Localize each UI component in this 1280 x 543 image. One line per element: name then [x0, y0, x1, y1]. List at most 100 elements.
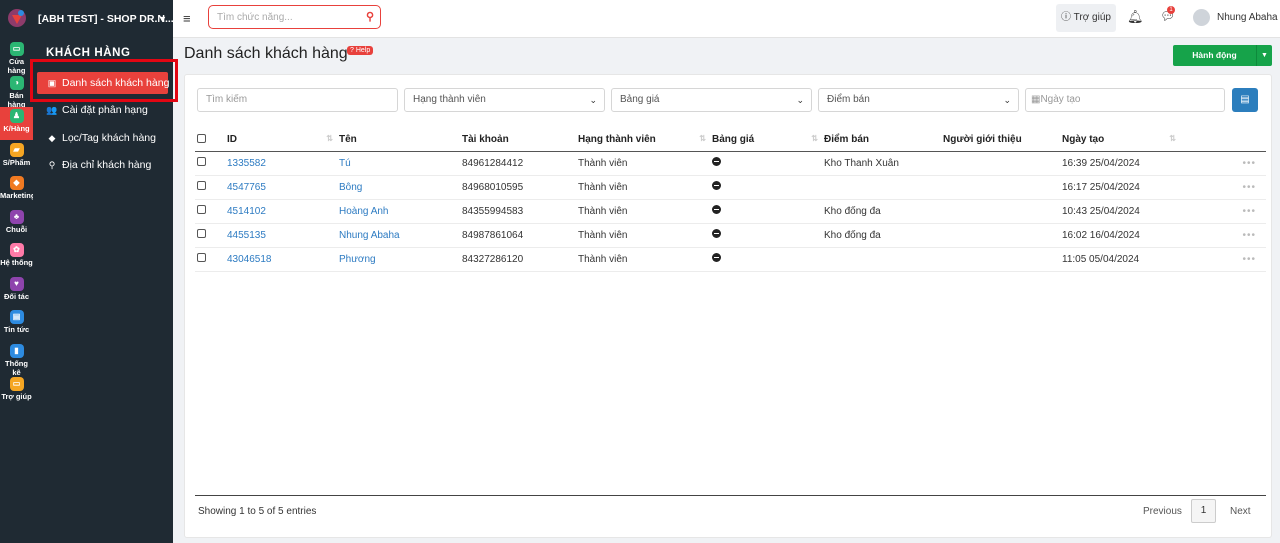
action-dropdown-caret-icon[interactable]: ▼ [1256, 45, 1272, 66]
more-options-icon[interactable]: ••• [1242, 158, 1256, 169]
help-button[interactable]: ⓘ Trợ giúp [1056, 4, 1116, 32]
created-date-input[interactable]: ▦Ngày tạo [1025, 88, 1225, 112]
tier-select[interactable]: Hạng thành viên ⌄ [404, 88, 605, 112]
subnav-item-filter-tag[interactable]: ◆ Lọc/Tag khách hàng [37, 127, 168, 149]
column-header-tier[interactable]: Hạng thành viên ⇅ [578, 129, 712, 152]
rail-item-2[interactable]: ♟ K/Hàng [0, 107, 33, 140]
rail-item-3[interactable]: ▰ S/Phẩm [0, 141, 33, 174]
customer-name-link[interactable]: Phương [339, 247, 462, 272]
avatar[interactable] [1193, 9, 1210, 26]
hamburger-menu-icon[interactable]: ≡ [183, 12, 191, 25]
rail-item-label: Trợ giúp [1, 392, 32, 401]
table-row[interactable]: 4547765 Bông 84968010595 Thành viên 16:17 25… [195, 175, 1266, 200]
pagination-next[interactable]: Next [1230, 506, 1251, 517]
marketing-icon: ◆ [9, 176, 24, 190]
more-options-icon[interactable]: ••• [1242, 182, 1256, 193]
customer-id-link[interactable]: 4455135 [227, 223, 339, 248]
rail-item-label: Hệ thống [0, 258, 33, 267]
column-header-id[interactable]: ID ⇅ [227, 129, 339, 152]
rail-item-10[interactable]: ▭ Trợ giúp [0, 375, 33, 408]
sort-icon[interactable]: ⇅ [326, 134, 333, 143]
rail-item-5[interactable]: ♣ Chuỗi [0, 208, 33, 241]
rail-item-label: Đối tác [3, 291, 29, 301]
rail-item-0[interactable]: ▭ Cửa hàng [0, 40, 33, 75]
top-bar: ≡ ⚲ ⓘ Trợ giúp 🔔︎ 💬︎1 Nhung Abaha [173, 0, 1280, 38]
select-all-checkbox[interactable] [197, 133, 206, 143]
actions-cell: ••• [1182, 223, 1266, 248]
export-excel-button[interactable]: ▤ [1232, 88, 1258, 112]
customer-id-link[interactable]: 4514102 [227, 199, 339, 224]
more-options-icon[interactable]: ••• [1242, 230, 1256, 241]
column-header-account: Tài khoản [462, 129, 578, 152]
select-cell [195, 175, 227, 200]
customer-id-link[interactable]: 4547765 [227, 175, 339, 200]
table-row[interactable]: 4514102 Hoàng Anh 84355994583 Thành viên Kho… [195, 199, 1266, 224]
chat-badge: 1 [1167, 6, 1175, 14]
column-header-created[interactable]: Ngày tạo ⇅ [1062, 129, 1182, 152]
row-checkbox[interactable] [197, 253, 206, 262]
chat-icon[interactable]: 💬︎ 1 [1160, 6, 1175, 23]
created-cell: 16:17 25/04/2024 [1062, 175, 1182, 200]
rail-item-7[interactable]: ♥ Đối tác [0, 275, 33, 308]
select-cell [195, 223, 227, 248]
more-options-icon[interactable]: ••• [1242, 206, 1256, 217]
chevron-down-icon: ⌄ [796, 95, 804, 105]
sort-icon[interactable]: ⇅ [699, 134, 706, 143]
created-cell: 16:02 16/04/2024 [1062, 223, 1182, 248]
search-input[interactable]: Tìm kiếm [197, 88, 398, 112]
pagination-page-1[interactable]: 1 [1191, 499, 1216, 523]
rail-item-4[interactable]: ◆ Marketing [0, 174, 35, 207]
tag-icon: ◆ [48, 133, 56, 143]
customer-name-link[interactable]: Hoàng Anh [339, 199, 462, 224]
row-checkbox[interactable] [197, 157, 206, 166]
shop-name: [ABH TEST] - SHOP DR.N... [38, 13, 174, 25]
rail-item-6[interactable]: ✿ Hệ thống [0, 241, 33, 274]
price-list-select[interactable]: Bảng giá ⌄ [611, 88, 812, 112]
customer-id-link[interactable]: 43046518 [227, 247, 339, 272]
row-checkbox[interactable] [197, 181, 206, 190]
pagination-previous[interactable]: Previous [1143, 506, 1182, 517]
customer-name-link[interactable]: Tú [339, 151, 462, 176]
caret-down-icon: ▼ [158, 14, 167, 24]
table-row[interactable]: 1335582 Tú 84961284412 Thành viên Kho Thanh … [195, 151, 1266, 176]
table-row[interactable]: 4455135 Nhung Abaha 84987861064 Thành viên K… [195, 223, 1266, 248]
shop-selector[interactable]: [ABH TEST] - SHOP DR.N... ▼ [33, 0, 174, 38]
action-button[interactable]: Hành động ▼ [1173, 45, 1272, 66]
sort-icon[interactable]: ⇅ [1169, 134, 1176, 143]
stats-icon: ▮ [9, 343, 24, 358]
bell-icon[interactable]: 🔔︎ [1127, 9, 1144, 25]
table-row[interactable]: 43046518 Phương 84327286120 Thành viên 11:05… [195, 247, 1266, 272]
referrer-cell [943, 175, 1062, 200]
entries-info: Showing 1 to 5 of 5 entries [198, 506, 317, 517]
row-checkbox[interactable] [197, 205, 206, 214]
referrer-cell [943, 247, 1062, 272]
rail-item-1[interactable]: ◑ Bán hàng [0, 74, 33, 109]
column-header-price[interactable]: Bảng giá ⇅ [712, 129, 824, 152]
subnav-item-tier-settings[interactable]: 👥 Cài đặt phân hạng [37, 99, 168, 121]
subnav-item-address[interactable]: ⚲ Địa chỉ khách hàng [37, 154, 168, 176]
user-name[interactable]: Nhung Abaha [1217, 12, 1278, 23]
select-cell [195, 151, 227, 176]
search-icon[interactable]: ⚲ [366, 10, 374, 23]
more-options-icon[interactable]: ••• [1242, 254, 1256, 265]
customer-name-link[interactable]: Nhung Abaha [339, 223, 462, 248]
actions-cell: ••• [1182, 175, 1266, 200]
select-all-cell [195, 129, 227, 152]
rail-item-8[interactable]: ▤ Tin tức [0, 308, 33, 341]
actions-cell: ••• [1182, 247, 1266, 272]
price-list-cell [712, 151, 824, 176]
product-icon: ▰ [9, 142, 24, 157]
customer-name-link[interactable]: Bông [339, 175, 462, 200]
customer-list-card: Tìm kiếm Hạng thành viên ⌄ Bảng giá ⌄ Điểm… [184, 74, 1272, 538]
rail-item-label: Bán hàng [7, 90, 26, 109]
help-badge[interactable]: ? Help [347, 46, 374, 55]
rail-item-9[interactable]: ▮ Thống kê [0, 342, 33, 377]
brand-logo-icon [8, 9, 26, 27]
sort-icon[interactable]: ⇅ [811, 134, 818, 143]
no-entry-icon [712, 157, 721, 166]
row-checkbox[interactable] [197, 229, 206, 238]
function-search-input[interactable] [209, 6, 349, 28]
store-select[interactable]: Điểm bán ⌄ [818, 88, 1019, 112]
customer-id-link[interactable]: 1335582 [227, 151, 339, 176]
rail-item-label: Thống kê [5, 358, 28, 377]
